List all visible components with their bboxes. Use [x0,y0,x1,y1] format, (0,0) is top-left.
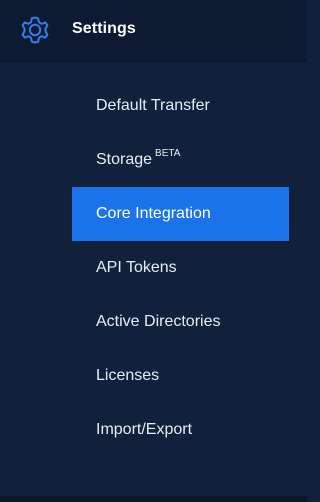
gear-icon [21,16,49,44]
settings-title: Settings [72,20,136,37]
menu-item-default-transfer[interactable]: Default Transfer [72,79,289,133]
menu-item-active-directories[interactable]: Active Directories [72,295,289,349]
settings-menu: Default Transfer Storage BETA Core Integr… [0,79,307,457]
beta-badge: BETA [155,148,181,159]
menu-item-label: Core Integration [96,205,211,222]
menu-item-label: Import/Export [96,421,193,438]
menu-item-api-tokens[interactable]: API Tokens [72,241,289,295]
settings-sidebar: Settings Default Transfer Storage BETA Co… [0,0,307,502]
menu-item-label: Default Transfer [96,97,210,114]
settings-header[interactable]: Settings [0,0,307,62]
menu-item-label: Active Directories [96,313,221,330]
menu-item-import-export[interactable]: Import/Export [72,403,289,457]
menu-item-label: API Tokens [96,259,177,276]
menu-item-storage[interactable]: Storage BETA [72,133,289,187]
menu-item-core-integration[interactable]: Core Integration [72,187,289,241]
menu-item-label: Storage [96,151,153,168]
menu-item-licenses[interactable]: Licenses [72,349,289,403]
sidebar-bottom-edge [0,496,307,502]
menu-item-label: Licenses [96,367,160,384]
